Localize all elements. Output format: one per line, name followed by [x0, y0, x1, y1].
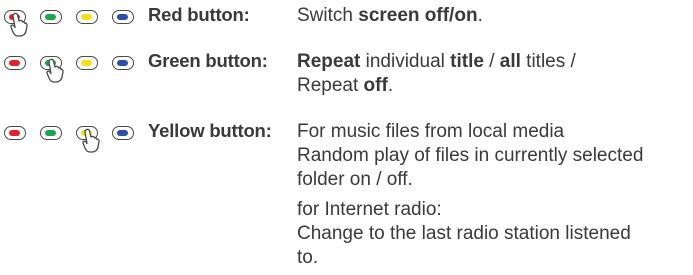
blue-key-icon	[112, 10, 134, 24]
emphasized-text: off	[363, 75, 388, 96]
remote-keys-green-pressed	[4, 50, 134, 83]
green-key-icon	[40, 126, 62, 140]
description-text: Change to the last radio station listene…	[297, 223, 631, 244]
description-line: Switch screen off/on.	[297, 4, 687, 28]
description-text: Switch	[297, 5, 359, 26]
description-text: Random play of files in currently select…	[297, 145, 644, 166]
red-button-description: Switch screen off/on.	[297, 4, 687, 28]
description-line: Repeat individual title / all titles /	[297, 50, 687, 74]
emphasized-text: screen off/on	[358, 5, 478, 26]
red-key-icon	[4, 126, 26, 140]
yellow-button-description: For music files from local media Random p…	[297, 120, 687, 270]
description-line: Change to the last radio station listene…	[297, 222, 687, 246]
emphasized-text: all	[499, 51, 521, 72]
blue-key-icon	[112, 126, 134, 140]
pointing-hand-icon	[10, 12, 28, 37]
description-text: folder on / off.	[297, 169, 413, 190]
description-text: for Internet radio:	[297, 199, 442, 220]
description-text: titles /	[520, 51, 576, 72]
remote-keys-red-pressed	[4, 4, 134, 37]
description-text: to.	[297, 247, 319, 268]
green-button-description: Repeat individual title / all titles / Re…	[297, 50, 687, 98]
description-text: /	[483, 51, 500, 72]
red-button-label: Red button:	[148, 4, 250, 25]
description-text: .	[387, 75, 394, 96]
yellow-key-icon	[76, 56, 98, 70]
description-text: .	[477, 5, 483, 26]
description-line: folder on / off.	[297, 168, 687, 192]
red-key-icon	[4, 56, 26, 70]
pointing-hand-icon	[82, 128, 100, 153]
pointing-hand-icon	[46, 58, 64, 83]
emphasized-text: Repeat	[297, 51, 361, 72]
blue-key-icon	[112, 56, 134, 70]
description-line: For music files from local media	[297, 120, 687, 144]
description-line: to.	[297, 246, 687, 270]
yellow-button-label: Yellow button:	[148, 120, 272, 141]
description-text: Repeat	[297, 75, 364, 96]
description-line: Random play of files in currently select…	[297, 144, 687, 168]
green-button-label: Green button:	[148, 50, 268, 71]
yellow-key-icon	[76, 10, 98, 24]
description-text: individual	[360, 51, 451, 72]
description-line: for Internet radio:	[297, 198, 687, 222]
remote-keys-yellow-pressed	[4, 120, 134, 153]
emphasized-text: title	[450, 51, 484, 72]
green-key-icon	[40, 10, 62, 24]
description-line: Repeat off.	[297, 74, 687, 98]
description-text: For music files from local media	[297, 121, 565, 142]
